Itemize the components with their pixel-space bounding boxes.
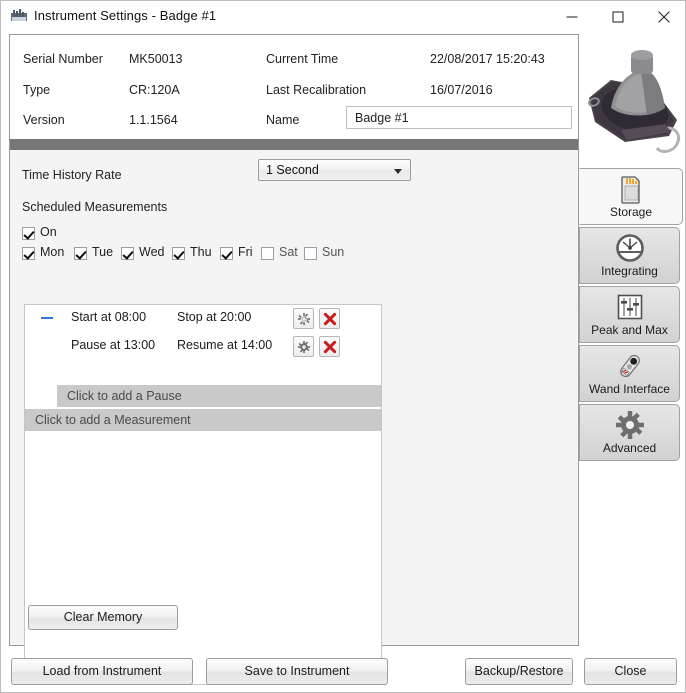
tab-advanced[interactable]: Advanced	[579, 404, 680, 461]
version-label: Version	[23, 113, 65, 127]
measurement-start-text: Start at 08:00	[71, 310, 147, 324]
time-history-rate-value: 1 Second	[266, 163, 319, 177]
window-title: Instrument Settings - Badge #1	[34, 8, 217, 23]
tab-peak-and-max-label: Peak and Max	[591, 323, 668, 337]
time-history-rate-dropdown[interactable]: 1 Second	[258, 159, 411, 181]
title-bar: Instrument Settings - Badge #1	[1, 1, 685, 32]
schedule-pause-row[interactable]: Pause at 13:00 Resume at 14:00	[25, 333, 381, 361]
instrument-info-panel: Serial Number MK50013 Type CR:120A Versi…	[10, 35, 578, 139]
close-dialog-button[interactable]: Close	[584, 658, 677, 685]
checkbox-wed[interactable]	[121, 247, 134, 260]
measurement-settings-button[interactable]	[293, 308, 314, 329]
tab-advanced-label: Advanced	[602, 441, 657, 455]
sliders-icon	[615, 292, 645, 322]
name-input[interactable]	[346, 106, 572, 129]
name-label: Name	[266, 113, 300, 127]
add-measurement-row[interactable]: Click to add a Measurement	[25, 409, 381, 431]
tab-storage[interactable]: Storage	[579, 168, 683, 225]
instrument-settings-window: Instrument Settings - Badge #1 Serial Nu…	[0, 0, 686, 693]
chevron-down-icon	[394, 169, 402, 174]
device-image	[581, 36, 683, 166]
save-to-instrument-button[interactable]: Save to Instrument	[206, 658, 388, 685]
last-recalibration-label: Last Recalibration	[266, 83, 367, 97]
wand-icon	[615, 351, 645, 381]
checkbox-tue[interactable]	[74, 247, 87, 260]
sd-card-icon	[616, 174, 646, 204]
gear-icon	[615, 410, 645, 440]
tab-peak-and-max[interactable]: Peak and Max	[579, 286, 680, 343]
current-time-value: 22/08/2017 15:20:43	[430, 52, 545, 66]
tab-storage-label: Storage	[609, 205, 653, 219]
pause-delete-button[interactable]	[319, 336, 340, 357]
content-panel: Serial Number MK50013 Type CR:120A Versi…	[9, 34, 579, 685]
instrument-icon	[11, 9, 27, 24]
last-recalibration-value: 16/07/2016	[430, 83, 493, 97]
label-mon: Mon	[40, 245, 65, 259]
tab-wand-interface[interactable]: Wand Interface	[579, 345, 680, 402]
gauge-icon	[615, 233, 645, 263]
type-label: Type	[23, 83, 51, 97]
settings-tab-strip: Storage Integrating Peak and Max Wand In…	[579, 34, 683, 646]
label-sat: Sat	[279, 245, 298, 259]
close-button[interactable]	[641, 1, 686, 32]
tab-integrating-label: Integrating	[601, 264, 658, 278]
pause-text: Pause at 13:00	[71, 338, 156, 352]
maximize-button[interactable]	[595, 1, 641, 32]
time-history-rate-label: Time History Rate	[22, 168, 122, 182]
tab-integrating[interactable]: Integrating	[579, 227, 680, 284]
label-thu: Thu	[190, 245, 212, 259]
minimize-button[interactable]	[549, 1, 595, 32]
add-pause-row[interactable]: Click to add a Pause	[57, 385, 381, 407]
pause-settings-button[interactable]	[293, 336, 314, 357]
version-value: 1.1.1564	[129, 113, 178, 127]
current-time-label: Current Time	[266, 52, 339, 66]
label-sun: Sun	[322, 245, 345, 259]
minus-icon[interactable]	[41, 317, 53, 319]
checkbox-fri[interactable]	[220, 247, 233, 260]
tab-wand-interface-label: Wand Interface	[589, 382, 670, 396]
checkbox-mon[interactable]	[22, 247, 35, 260]
resume-text: Resume at 14:00	[177, 338, 273, 352]
storage-settings-panel: Time History Rate 1 Second Scheduled Mea…	[10, 150, 578, 685]
checkbox-sat[interactable]	[261, 247, 274, 260]
scheduled-measurements-label: Scheduled Measurements	[22, 200, 168, 214]
clear-memory-button[interactable]: Clear Memory	[28, 605, 178, 630]
measurement-delete-button[interactable]	[319, 308, 340, 329]
label-fri: Fri	[238, 245, 253, 259]
backup-restore-button[interactable]: Backup/Restore	[465, 658, 573, 685]
type-value: CR:120A	[129, 83, 180, 97]
schedule-measurement-row[interactable]: Start at 08:00 Stop at 20:00	[25, 305, 381, 333]
label-wed: Wed	[139, 245, 165, 259]
schedule-on-label: On	[40, 225, 57, 239]
panel-separator	[10, 139, 578, 150]
checkbox-thu[interactable]	[172, 247, 185, 260]
serial-number-value: MK50013	[129, 52, 183, 66]
label-tue: Tue	[92, 245, 114, 259]
serial-number-label: Serial Number	[23, 52, 103, 66]
checkbox-sun[interactable]	[304, 247, 317, 260]
load-from-instrument-button[interactable]: Load from Instrument	[11, 658, 193, 685]
measurement-stop-text: Stop at 20:00	[177, 310, 252, 324]
schedule-on-checkbox[interactable]	[22, 227, 35, 240]
